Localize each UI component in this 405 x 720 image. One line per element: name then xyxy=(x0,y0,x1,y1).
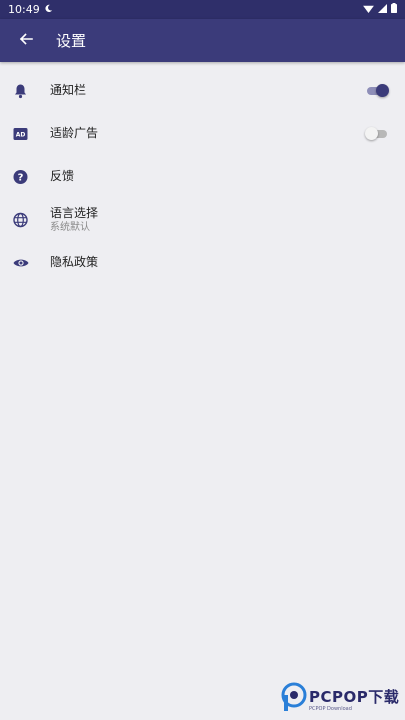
setting-text: 通知栏 xyxy=(50,83,86,98)
setting-language[interactable]: 语言选择 系统默认 xyxy=(0,198,405,241)
watermark-text: PCPOP下载 PCPOP Download xyxy=(309,686,399,712)
setting-notification-bar[interactable]: 通知栏 xyxy=(0,69,405,112)
setting-text: 反馈 xyxy=(50,169,74,184)
signal-icon xyxy=(378,3,387,16)
setting-privacy-policy[interactable]: 隐私政策 xyxy=(0,241,405,284)
setting-label: 适龄广告 xyxy=(50,126,99,140)
eye-icon xyxy=(12,254,29,271)
globe-icon xyxy=(12,211,29,228)
ad-icon: AD xyxy=(12,125,29,142)
setting-feedback[interactable]: ? 反馈 xyxy=(0,155,405,198)
svg-text:AD: AD xyxy=(16,131,26,138)
status-bar: 10:49 xyxy=(0,0,405,19)
setting-label: 隐私政策 xyxy=(50,255,99,269)
setting-text: 语言选择 系统默认 xyxy=(50,206,98,234)
svg-text:?: ? xyxy=(18,172,24,183)
setting-text: 适龄广告 xyxy=(50,126,98,141)
settings-list: 通知栏 AD 适龄广告 ? 反馈 语言选择 系统默认 隐私政策 xyxy=(0,62,405,277)
age-appropriate-ads-toggle[interactable] xyxy=(365,126,389,141)
status-time: 10:49 xyxy=(8,3,40,16)
bell-icon xyxy=(12,82,29,99)
wifi-icon xyxy=(363,3,374,16)
notification-bar-toggle[interactable] xyxy=(365,83,389,98)
page-title: 设置 xyxy=(56,32,87,50)
app-bar: 设置 xyxy=(0,19,405,62)
setting-label: 通知栏 xyxy=(50,83,87,97)
setting-text: 隐私政策 xyxy=(50,255,98,270)
battery-icon xyxy=(391,3,397,16)
toggle-thumb xyxy=(376,83,389,97)
setting-label: 反馈 xyxy=(50,169,75,183)
moon-icon xyxy=(44,3,53,16)
help-icon: ? xyxy=(12,168,29,185)
watermark-title: PCPOP下载 xyxy=(309,688,400,706)
pcpop-logo-icon xyxy=(281,682,307,716)
watermark: PCPOP下载 PCPOP Download xyxy=(281,682,399,716)
back-button[interactable] xyxy=(13,28,39,54)
setting-label: 语言选择 xyxy=(50,205,99,220)
setting-sublabel: 系统默认 xyxy=(50,221,90,233)
toggle-thumb xyxy=(365,126,378,140)
arrow-left-icon xyxy=(19,31,33,50)
watermark-subtitle: PCPOP Download xyxy=(309,706,352,712)
setting-age-appropriate-ads[interactable]: AD 适龄广告 xyxy=(0,112,405,155)
